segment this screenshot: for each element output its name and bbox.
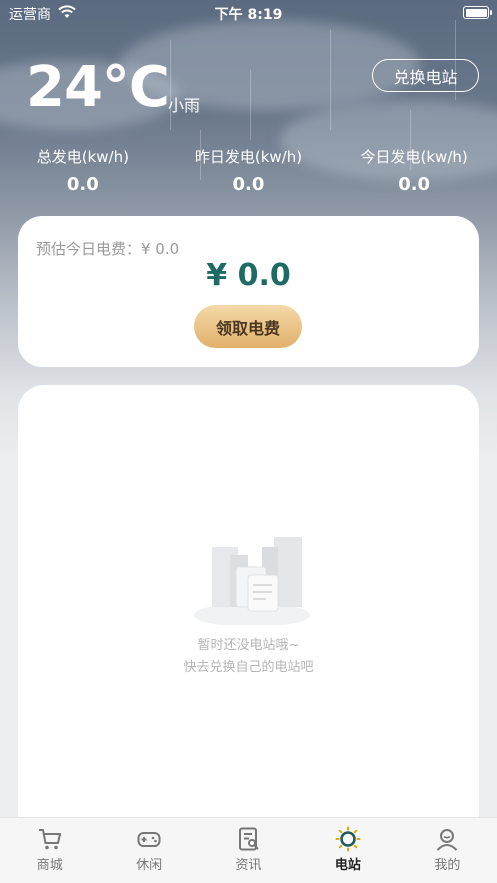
bottom-tab-bar: 商城 休闲 资讯 电站 我的 [0, 817, 497, 883]
weather-condition: 小雨 [168, 96, 201, 115]
news-icon [238, 827, 259, 851]
stat-yesterday: 昨日发电(kw/h) 0.0 [166, 146, 332, 202]
estimated-fee: 预估今日电费：¥ 0.0 [36, 240, 180, 258]
stat-total: 总发电(kw/h) 0.0 [0, 146, 166, 202]
generation-stats: 总发电(kw/h) 0.0 昨日发电(kw/h) 0.0 今日发电(kw/h) … [0, 146, 497, 202]
tab-label: 我的 [434, 858, 461, 873]
tab-station[interactable]: 电站 [298, 818, 397, 883]
tab-label: 商城 [36, 858, 63, 873]
empty-line-2: 快去兑换自己的电站吧 [183, 660, 314, 675]
tab-mall[interactable]: 商城 [0, 818, 99, 883]
redeem-station-button[interactable]: 兑换电站 [372, 59, 479, 92]
claim-fee-button[interactable]: 领取电费 [194, 305, 302, 348]
stat-value: 0.0 [66, 174, 99, 195]
station-list-card: 暂时还没电站哦~ 快去兑换自己的电站吧 [18, 385, 479, 817]
battery-icon [463, 6, 492, 19]
tab-label: 电站 [334, 858, 361, 873]
profile-icon [437, 829, 458, 851]
fee-amount: ¥ 0.0 [206, 258, 291, 293]
temperature: 24°C [26, 55, 170, 120]
stat-label: 总发电(kw/h) [36, 148, 129, 166]
cart-icon [38, 829, 61, 850]
tab-news[interactable]: 资讯 [199, 818, 298, 883]
stat-today: 今日发电(kw/h) 0.0 [331, 146, 497, 202]
tab-label: 资讯 [235, 858, 262, 873]
stat-value: 0.0 [398, 174, 431, 195]
empty-station-illustration [194, 537, 310, 625]
tab-profile[interactable]: 我的 [398, 818, 497, 883]
stat-label: 今日发电(kw/h) [360, 148, 468, 166]
tab-leisure[interactable]: 休闲 [99, 818, 198, 883]
status-time: 下午 8:19 [214, 7, 283, 23]
empty-message: 暂时还没电站哦~ 快去兑换自己的电站吧 [18, 635, 479, 679]
empty-line-1: 暂时还没电站哦~ [197, 638, 300, 653]
electricity-fee-card: 预估今日电费：¥ 0.0 ¥ 0.0 领取电费 [18, 216, 479, 367]
stat-label: 昨日发电(kw/h) [194, 148, 303, 166]
tab-label: 休闲 [136, 858, 163, 873]
gamepad-icon [137, 832, 161, 847]
station-icon [335, 826, 361, 852]
stat-value: 0.0 [232, 174, 265, 195]
status-bar: 运营商 下午 8:19 [0, 0, 497, 26]
